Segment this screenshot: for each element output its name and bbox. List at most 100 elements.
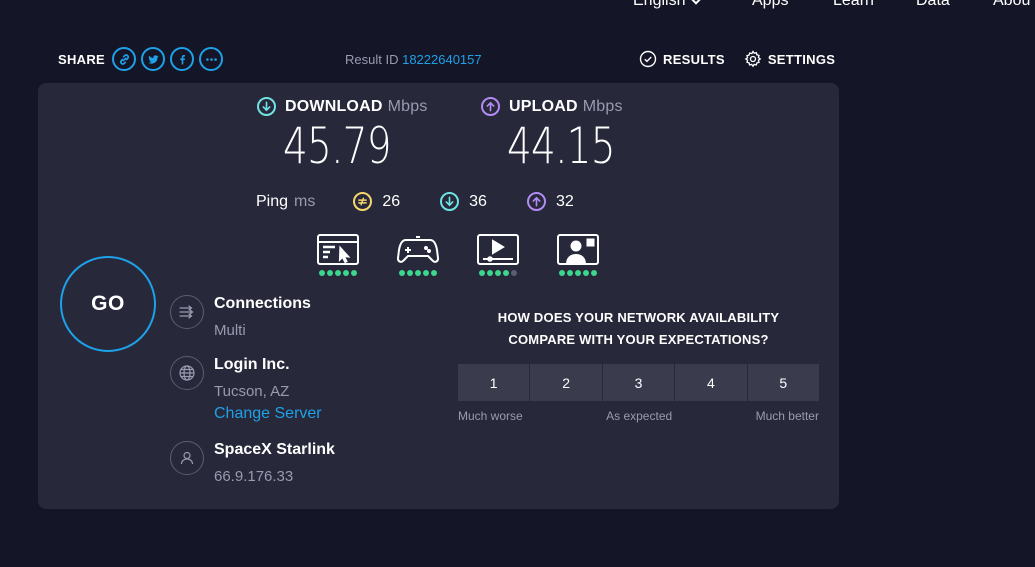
rating-scale: 1 2 3 4 5 [458,364,820,401]
server-name: Login Inc. [214,356,290,373]
ping-upload: 32 [526,192,574,211]
app-gaming[interactable] [378,233,458,276]
globe-icon [170,356,204,390]
web-browsing-icon [317,234,359,265]
rating-dot [327,270,333,276]
result-id: Result ID 18222640157 [345,52,482,67]
upload-unit: Mbps [582,97,623,115]
ping-idle-value: 26 [382,192,401,210]
upload-value: 44.15 [507,117,616,175]
expectation-survey: HOW DOES YOUR NETWORK AVAILABILITY COMPA… [458,307,820,423]
rating-dot [335,270,341,276]
nav-language[interactable]: English [633,0,703,10]
user-icon [170,441,204,475]
results-label: RESULTS [663,51,725,67]
gaming-rating [398,270,438,276]
download-label: DOWNLOAD [285,97,383,115]
settings-label: SETTINGS [767,51,836,67]
rating-labels: Much worse As expected Much better [458,409,819,423]
top-nav: English Apps Learn Data Abou [633,0,1035,14]
download-value: 45.79 [283,117,392,175]
connections-title: Connections [214,295,311,312]
survey-question: HOW DOES YOUR NETWORK AVAILABILITY COMPA… [458,307,819,351]
rating-dot [351,270,357,276]
video-streaming-rating [478,270,518,276]
video-chat-icon [557,234,599,265]
ping-unit: ms [294,192,316,210]
ping-idle: 26 [353,192,400,211]
go-button[interactable]: GO [60,256,156,352]
rating-dot [583,270,589,276]
rating-dot [495,270,501,276]
top-actions: RESULTS SETTINGS [639,50,854,68]
ping-upload-value: 32 [555,192,574,210]
more-icon[interactable] [199,47,224,71]
ping-row: Ping ms 26 36 32 [256,192,614,211]
app-video-chat[interactable] [538,233,618,276]
rating-dot [399,270,405,276]
rating-dot [319,270,325,276]
rating-option-5[interactable]: 5 [747,364,820,401]
video-chat-rating [558,270,598,276]
rating-option-4[interactable]: 4 [675,364,747,401]
upload-label: UPLOAD [509,97,578,115]
rating-mid-label: As expected [606,409,673,423]
nav-about[interactable]: Abou [993,0,1030,10]
app-video-streaming[interactable] [458,233,538,276]
nav-learn[interactable]: Learn [833,0,874,10]
result-id-link[interactable]: 18222640157 [402,52,482,67]
idle-latency-icon [353,192,373,211]
nav-apps[interactable]: Apps [752,0,788,10]
chevron-down-icon [690,0,703,5]
check-circle-icon [639,50,657,68]
results-button[interactable]: RESULTS [639,50,725,68]
download-metric: DOWNLOAD Mbps 45.79 [257,97,428,174]
rating-dot [591,270,597,276]
result-card: DOWNLOAD Mbps 45.79 UPLOAD Mbps 44.15 Pi… [38,83,839,509]
share-label: SHARE [58,51,106,67]
connections-value[interactable]: Multi [214,322,311,339]
upload-arrow-icon [481,97,500,116]
rating-option-3[interactable]: 3 [602,364,675,401]
rating-dot [407,270,413,276]
isp-name: SpaceX Starlink [214,441,335,458]
ping-label: Ping [256,192,289,210]
download-arrow-icon [257,97,276,116]
app-ratings [298,233,618,276]
rating-dot [511,270,517,276]
rating-dot [567,270,573,276]
nav-data[interactable]: Data [916,0,950,10]
change-server-link[interactable]: Change Server [214,405,322,423]
rating-option-2[interactable]: 2 [530,364,602,401]
settings-button[interactable]: SETTINGS [744,50,835,68]
gear-icon [744,50,762,68]
facebook-icon[interactable] [170,47,195,71]
rating-dot [423,270,429,276]
rating-option-1[interactable]: 1 [458,364,530,401]
twitter-icon[interactable] [141,47,166,71]
connections-icon [170,295,204,329]
ping-download: 36 [440,192,487,211]
rating-high-label: Much better [755,409,819,423]
video-play-icon [477,234,519,265]
app-web-browsing[interactable] [298,233,378,276]
rating-dot [343,270,349,276]
ping-download-value: 36 [469,192,487,210]
rating-dot [559,270,565,276]
rating-dot [479,270,485,276]
upload-metric: UPLOAD Mbps 44.15 [481,97,645,174]
upload-latency-icon [526,192,546,211]
share-bar: SHARE [58,46,228,72]
web-browsing-rating [318,270,358,276]
result-id-label: Result ID [345,52,399,67]
link-icon[interactable] [112,47,137,71]
gamepad-icon [396,236,440,263]
download-latency-icon [440,192,460,211]
nav-language-label: English [633,0,686,9]
survey-question-line1: HOW DOES YOUR NETWORK AVAILABILITY [497,310,780,325]
rating-dot [503,270,509,276]
server-location: Tucson, AZ [214,383,290,400]
survey-question-line2: COMPARE WITH YOUR EXPECTATIONS? [508,332,769,347]
download-unit: Mbps [387,97,428,115]
rating-dot [431,270,437,276]
